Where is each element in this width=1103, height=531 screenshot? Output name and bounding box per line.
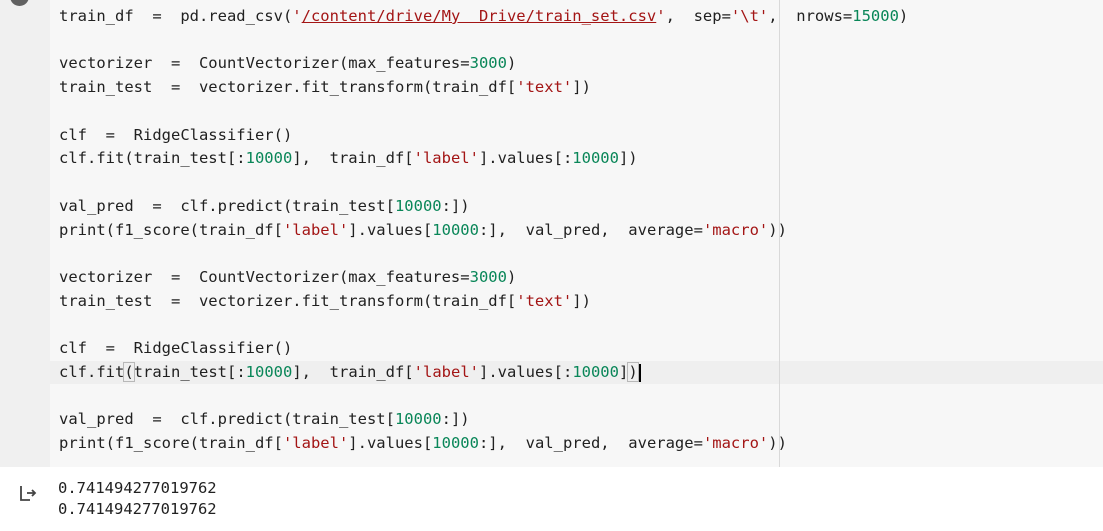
code-line-3[interactable]: train_test = vectorizer.fit_transform(tr… — [59, 76, 591, 98]
code-line-2[interactable]: vectorizer = CountVectorizer(max_feature… — [59, 52, 516, 74]
cell-output: 0.741494277019762 0.741494277019762 — [0, 467, 1103, 531]
code-line-1[interactable]: train_df = pd.read_csv('/content/drive/M… — [59, 5, 908, 27]
output-line-1: 0.741494277019762 — [58, 479, 217, 497]
notebook-cell: train_df = pd.read_csv('/content/drive/M… — [0, 0, 1103, 531]
text-cursor — [638, 363, 641, 382]
code-line-7[interactable]: print(f1_score(train_df['label'].values[… — [59, 219, 787, 241]
matched-bracket: ( — [123, 362, 135, 382]
code-line-12[interactable]: val_pred = clf.predict(train_test[10000:… — [59, 408, 470, 430]
code-line-8[interactable]: vectorizer = CountVectorizer(max_feature… — [59, 266, 516, 288]
matched-bracket: ) — [627, 362, 639, 382]
code-line-10[interactable]: clf = RidgeClassifier() — [59, 337, 292, 359]
code-line-13[interactable]: print(f1_score(train_df['label'].values[… — [59, 432, 787, 454]
code-line-5[interactable]: clf.fit(train_test[:10000], train_df['la… — [59, 147, 638, 169]
run-cell-icon[interactable] — [10, 0, 29, 6]
cell-gutter — [0, 0, 50, 467]
code-line-11[interactable]: clf.fit(train_test[:10000], train_df['la… — [59, 361, 641, 383]
code-line-6[interactable]: val_pred = clf.predict(train_test[10000:… — [59, 195, 470, 217]
code-line-9[interactable]: train_test = vectorizer.fit_transform(tr… — [59, 290, 591, 312]
code-path-string: /content/drive/My Drive/train_set.csv — [301, 7, 657, 25]
code-line-4[interactable]: clf = RidgeClassifier() — [59, 124, 292, 146]
output-line-2: 0.741494277019762 — [58, 500, 217, 518]
output-arrow-icon[interactable] — [19, 484, 37, 502]
